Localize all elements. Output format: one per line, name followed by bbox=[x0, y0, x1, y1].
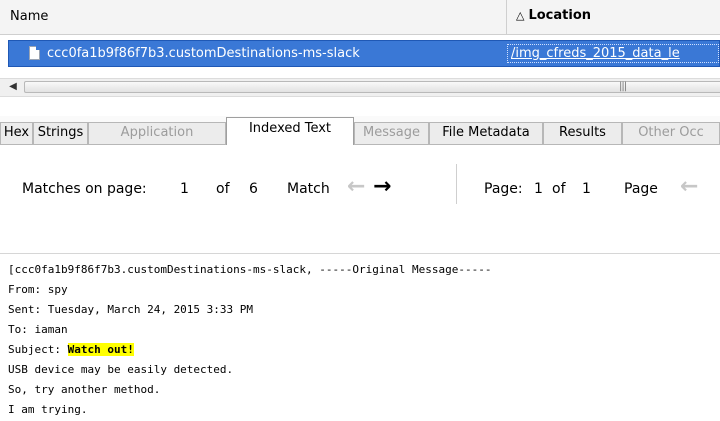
text-line: So, try another method. bbox=[8, 383, 161, 396]
tab-indexed-text[interactable]: Indexed Text bbox=[226, 117, 354, 145]
grip-icon: ||| bbox=[619, 81, 627, 92]
text-line: [ccc0fa1b9f86f7b3.customDestinations-ms-… bbox=[8, 263, 492, 276]
page-current: 1 bbox=[534, 181, 543, 197]
indexed-text-content[interactable]: [ccc0fa1b9f86f7b3.customDestinations-ms-… bbox=[8, 260, 720, 420]
column-header-location-label: Location bbox=[528, 8, 592, 23]
tab-strings[interactable]: Strings bbox=[33, 122, 88, 144]
column-header-location[interactable]: △ Location bbox=[516, 8, 591, 23]
tab-file-metadata[interactable]: File Metadata bbox=[429, 122, 543, 144]
page-total: 1 bbox=[582, 181, 591, 197]
tab-application[interactable]: Application bbox=[88, 122, 226, 144]
subject-prefix: Subject: bbox=[8, 343, 68, 356]
match-of-label: of bbox=[216, 181, 230, 197]
viewer-tab-bar: Hex Strings Application Indexed Text Mes… bbox=[0, 116, 720, 145]
search-highlight: Watch out! bbox=[67, 343, 134, 356]
next-match-icon[interactable]: → bbox=[373, 176, 391, 198]
text-line: Sent: Tuesday, March 24, 2015 3:33 PM bbox=[8, 303, 254, 316]
tab-hex[interactable]: Hex bbox=[0, 122, 33, 144]
table-header: Name △ Location bbox=[0, 0, 720, 35]
scrollbar-thumb[interactable]: ||| bbox=[24, 81, 720, 93]
text-line: To: iaman bbox=[8, 323, 68, 336]
column-divider[interactable] bbox=[506, 0, 507, 34]
matches-label: Matches on page: bbox=[22, 181, 147, 197]
sort-ascending-icon: △ bbox=[516, 9, 525, 22]
toolbar-divider bbox=[456, 164, 457, 204]
page-of-label: of bbox=[552, 181, 566, 197]
text-line: USB device may be easily detected. bbox=[8, 363, 234, 376]
tab-results[interactable]: Results bbox=[543, 122, 622, 144]
scroll-left-icon[interactable]: ◀ bbox=[6, 80, 20, 94]
row-name-cell[interactable]: ccc0fa1b9f86f7b3.customDestinations-ms-s… bbox=[47, 46, 360, 61]
text-line: From: spy bbox=[8, 283, 68, 296]
column-header-name[interactable]: Name bbox=[10, 9, 48, 24]
row-location-cell[interactable]: /img_cfreds_2015_data_le bbox=[507, 44, 719, 63]
prev-match-icon[interactable]: ← bbox=[347, 176, 365, 198]
tab-message[interactable]: Message bbox=[354, 122, 429, 144]
match-current: 1 bbox=[180, 181, 189, 197]
page-label: Page: bbox=[484, 181, 523, 197]
horizontal-scrollbar[interactable]: ◀ ||| bbox=[0, 78, 720, 97]
page-nav-label: Page bbox=[624, 181, 658, 197]
tab-other-occurrences[interactable]: Other Occ bbox=[622, 122, 720, 144]
match-total: 6 bbox=[249, 181, 258, 197]
prev-page-icon[interactable]: ← bbox=[680, 176, 698, 198]
match-label: Match bbox=[287, 181, 330, 197]
file-icon bbox=[29, 46, 40, 60]
text-line: I am trying. bbox=[8, 403, 88, 416]
table-row[interactable]: ccc0fa1b9f86f7b3.customDestinations-ms-s… bbox=[8, 40, 720, 67]
text-line: Subject: Watch out! bbox=[8, 340, 720, 360]
content-divider bbox=[0, 253, 720, 254]
